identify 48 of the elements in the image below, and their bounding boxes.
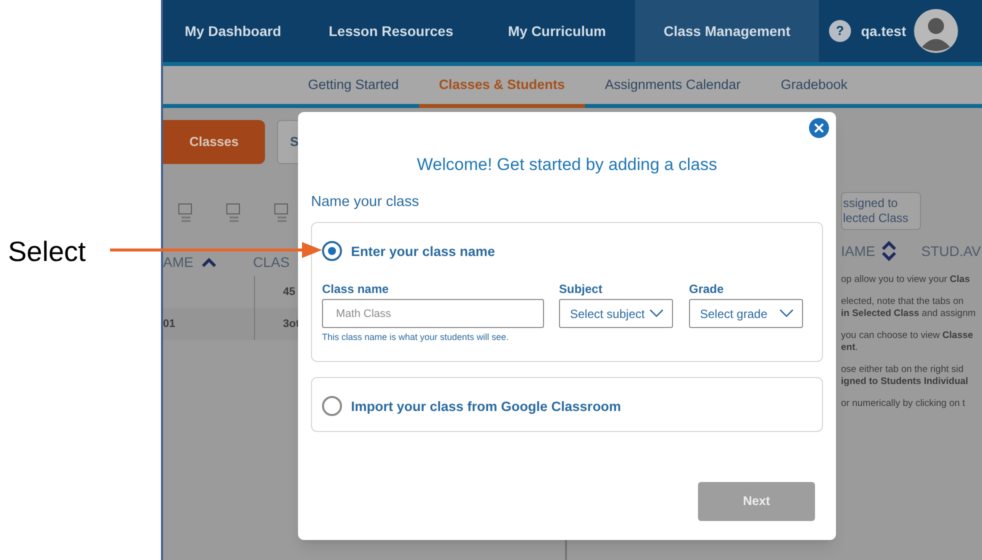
annotation-label: Select	[8, 235, 86, 269]
assigned-class-button[interactable]: ssigned to lected Class	[841, 192, 921, 230]
column-header[interactable]: CLAS	[253, 252, 290, 272]
section-heading: Name your class	[311, 193, 419, 212]
avatar-icon[interactable]	[914, 9, 958, 53]
nav-tab[interactable]: My Curriculum	[479, 0, 635, 62]
subnav-tab[interactable]: Getting Started	[288, 66, 419, 104]
button-label-line[interactable]: lected Class	[843, 211, 920, 226]
sort-up-icon[interactable]	[201, 257, 218, 267]
instruction-text: ent.	[841, 342, 859, 354]
nav-tab[interactable]: Lesson Resources	[303, 0, 479, 62]
chevron-down-icon	[779, 309, 794, 318]
option-label[interactable]: Import your class from Google Classroom	[351, 397, 622, 418]
instruction-text: you can choose to view Classe	[841, 330, 974, 342]
class-name-field[interactable]: Math Class	[322, 299, 544, 328]
help-button[interactable]: ?	[829, 20, 851, 42]
subject-dropdown[interactable]: Select subject	[559, 299, 673, 328]
username[interactable]: qa.test	[861, 20, 906, 42]
option-label[interactable]: Enter your class name	[351, 242, 496, 262]
field-hint: This class name is what your students will see.	[322, 331, 509, 344]
table-cell: 01	[163, 308, 255, 340]
chevron-down-icon	[649, 309, 664, 318]
table-cell-text: 45	[282, 284, 296, 300]
instruction-text: op allow you to view your Clas	[841, 274, 971, 286]
sort-icon[interactable]	[881, 240, 898, 262]
modal-title: Welcome! Get started by adding a class	[416, 154, 718, 176]
view-tab[interactable]: Classes	[163, 120, 265, 164]
field-label: Class name	[322, 281, 389, 298]
subnav-tab[interactable]: Assignments Calendar	[584, 66, 761, 104]
field-label: Subject	[559, 281, 602, 298]
radio-button[interactable]	[322, 396, 342, 416]
field-label: Grade	[689, 281, 724, 298]
nav-tab[interactable]: My Dashboard	[163, 0, 303, 62]
column-header[interactable]: AME	[163, 252, 194, 272]
close-icon[interactable]	[809, 118, 829, 138]
instruction-text: ose either tab on the right sid	[841, 364, 965, 376]
instruction-text: igned to Students Individual	[841, 376, 970, 388]
subnav-tab[interactable]: Classes & Students	[418, 66, 585, 108]
column-header[interactable]: STUD.AV	[921, 240, 981, 262]
radio-button[interactable]	[322, 241, 342, 261]
nav-tab[interactable]: Class Management	[635, 0, 819, 62]
button-label-line[interactable]: ssigned to	[843, 196, 920, 211]
instruction-text: elected, note that the tabs on	[841, 296, 965, 308]
column-header[interactable]: IAME	[841, 240, 876, 262]
grade-dropdown[interactable]: Select grade	[689, 299, 803, 328]
subnav-tab[interactable]: Gradebook	[760, 66, 868, 104]
instruction-text: in Selected Class and assignm	[841, 308, 977, 320]
instruction-text: or numerically by clicking on t	[841, 398, 966, 410]
